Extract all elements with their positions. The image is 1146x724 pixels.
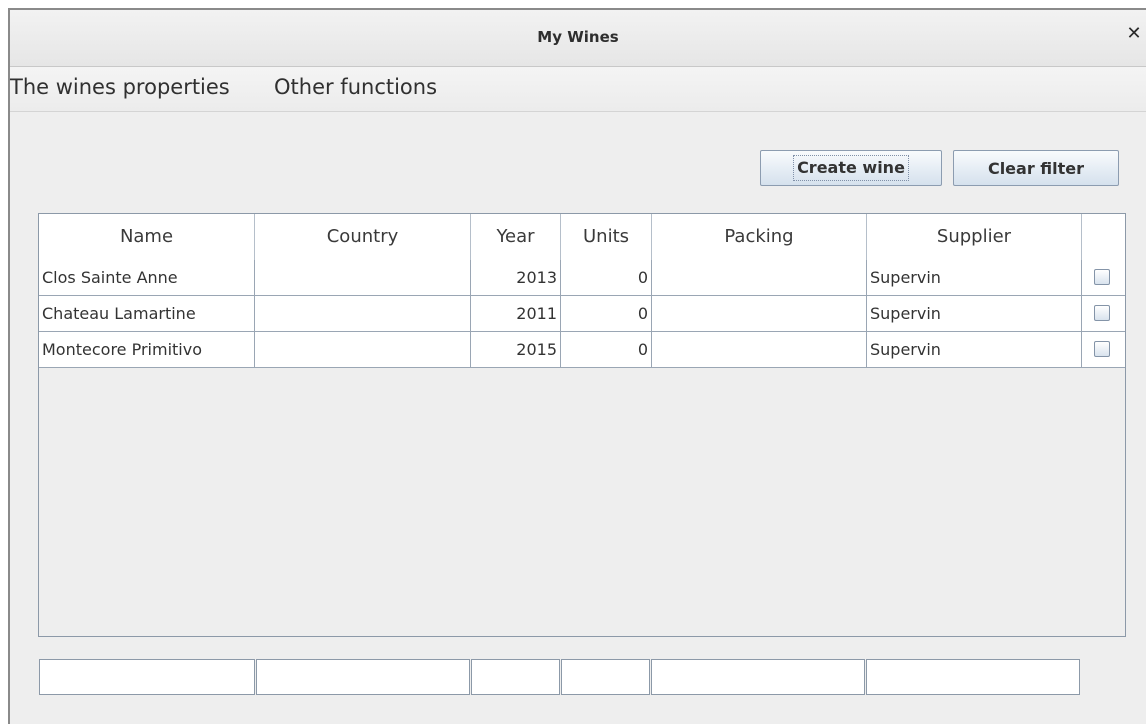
cell-supplier[interactable]: Supervin [867, 260, 1082, 295]
cell-year[interactable]: 2015 [471, 332, 561, 367]
cell-units[interactable]: 0 [561, 296, 652, 331]
menu-wines-properties[interactable]: The wines properties [10, 75, 230, 99]
window-title: My Wines [537, 28, 619, 46]
filter-units-input[interactable] [561, 659, 650, 695]
row-checkbox[interactable] [1094, 269, 1110, 285]
cell-country[interactable] [255, 260, 471, 295]
close-icon[interactable]: ✕ [1126, 25, 1142, 43]
cell-packing[interactable] [652, 296, 867, 331]
cell-units[interactable]: 0 [561, 332, 652, 367]
wines-table: Name Country Year Units Packing Supplier… [38, 213, 1126, 637]
filter-name-input[interactable] [39, 659, 255, 695]
title-bar[interactable]: My Wines ✕ [10, 10, 1146, 67]
column-header-name[interactable]: Name [39, 214, 255, 260]
cell-year[interactable]: 2011 [471, 296, 561, 331]
clear-filter-button[interactable]: Clear filter [953, 150, 1119, 186]
column-header-year[interactable]: Year [471, 214, 561, 260]
filter-year-input[interactable] [471, 659, 560, 695]
table-row[interactable]: Clos Sainte Anne 2013 0 Supervin [39, 260, 1125, 296]
column-header-supplier[interactable]: Supplier [867, 214, 1082, 260]
menu-other-functions[interactable]: Other functions [274, 75, 437, 99]
filter-packing-input[interactable] [651, 659, 865, 695]
cell-name[interactable]: Clos Sainte Anne [39, 260, 255, 295]
table-header: Name Country Year Units Packing Supplier [39, 214, 1125, 261]
column-header-country[interactable]: Country [255, 214, 471, 260]
table-row[interactable]: Montecore Primitivo 2015 0 Supervin [39, 332, 1125, 368]
cell-year[interactable]: 2013 [471, 260, 561, 295]
filter-supplier-input[interactable] [866, 659, 1080, 695]
cell-packing[interactable] [652, 260, 867, 295]
cell-country[interactable] [255, 296, 471, 331]
cell-country[interactable] [255, 332, 471, 367]
column-header-units[interactable]: Units [561, 214, 652, 260]
cell-units[interactable]: 0 [561, 260, 652, 295]
row-checkbox[interactable] [1094, 341, 1110, 357]
cell-supplier[interactable]: Supervin [867, 296, 1082, 331]
column-header-select[interactable] [1082, 214, 1125, 260]
cell-supplier[interactable]: Supervin [867, 332, 1082, 367]
cell-name[interactable]: Chateau Lamartine [39, 296, 255, 331]
cell-name[interactable]: Montecore Primitivo [39, 332, 255, 367]
create-wine-button[interactable]: Create wine [760, 150, 942, 186]
main-window: My Wines ✕ The wines properties Other fu… [8, 8, 1146, 724]
menu-bar: The wines properties Other functions [10, 67, 1146, 112]
clear-filter-label: Clear filter [987, 158, 1085, 178]
table-row[interactable]: Chateau Lamartine 2011 0 Supervin [39, 296, 1125, 332]
create-wine-label: Create wine [793, 155, 909, 181]
row-checkbox[interactable] [1094, 305, 1110, 321]
filter-country-input[interactable] [256, 659, 470, 695]
cell-packing[interactable] [652, 332, 867, 367]
column-header-packing[interactable]: Packing [652, 214, 867, 260]
